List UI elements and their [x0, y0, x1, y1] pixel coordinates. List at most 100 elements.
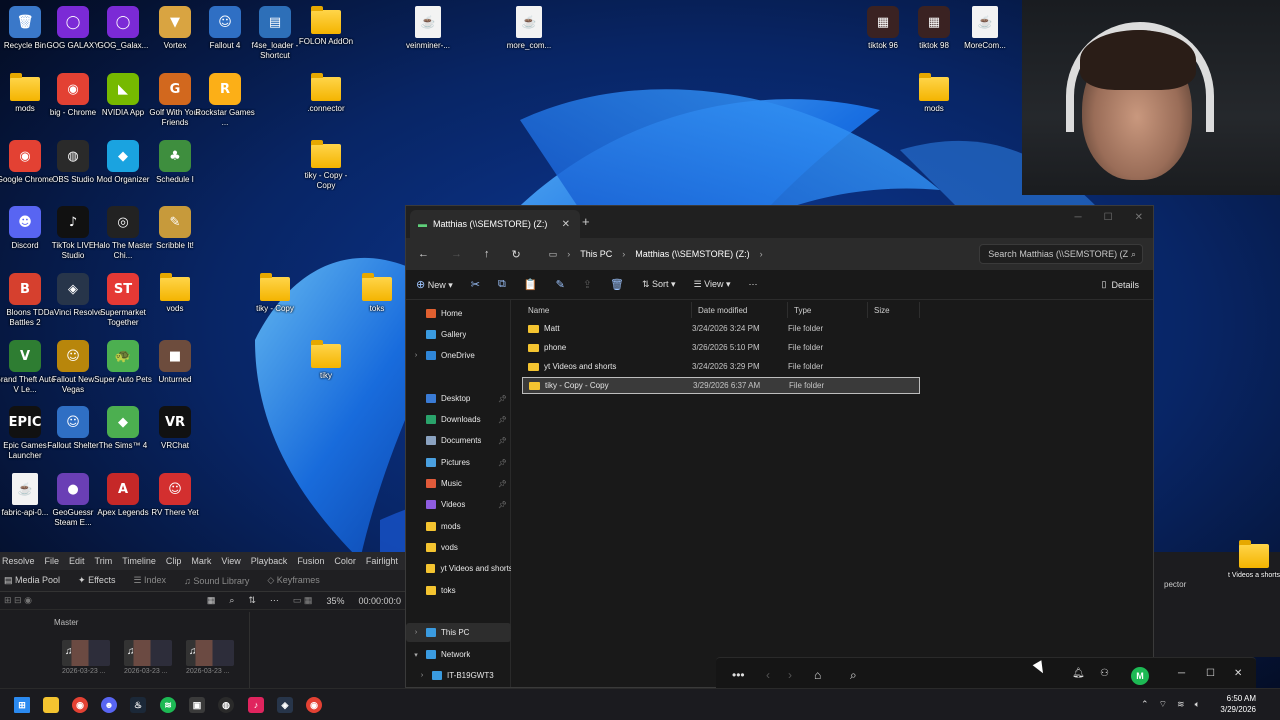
desktop-shortcut-vortex[interactable]: ▼ Vortex [147, 6, 203, 66]
view-button[interactable]: ☰ View ▾ [694, 279, 731, 290]
details-button[interactable]: ▯ Details [1102, 279, 1139, 290]
desktop-shortcut-folon-addon[interactable]: FOLON AddOn [298, 6, 354, 66]
back-icon[interactable]: ← [418, 248, 429, 260]
maximize-icon[interactable]: ☐ [1104, 212, 1113, 223]
desktop-shortcut-vrchat[interactable]: VR VRChat [147, 406, 203, 466]
resolve-menu-file[interactable]: File [45, 556, 60, 566]
desktop-shortcut-schedule-i[interactable]: ♣ Schedule I [147, 140, 203, 200]
chevron-right-icon[interactable]: › [410, 629, 422, 636]
desktop-shortcut-tiktok-98[interactable]: ▦ tiktok 98 [906, 6, 962, 66]
sort-icon[interactable]: ⇅ [248, 595, 256, 606]
desktop-shortcut-gog-galax[interactable]: ◯ GOG_Galax... [95, 6, 151, 66]
forward-icon[interactable]: → [451, 248, 462, 260]
nav-item-mods[interactable]: mods [406, 517, 511, 536]
desktop-shortcut-vods[interactable]: vods [147, 273, 203, 333]
obs-icon[interactable]: ◍ [218, 697, 234, 713]
desktop-shortcut-morecom[interactable]: ☕ MoreCom... [957, 6, 1013, 66]
desktop-shortcut-rv-there-yet[interactable]: ☺ RV There Yet [147, 473, 203, 533]
desktop-shortcut-veinminer[interactable]: ☕ veinminer-... [400, 6, 456, 66]
resolve-menu-color[interactable]: Color [334, 556, 356, 566]
desktop-shortcut-fallout-new-vegas[interactable]: ☺ Fallout New Vegas [45, 340, 101, 400]
nav-item-onedrive[interactable]: › OneDrive [406, 346, 511, 365]
nav-item-toks[interactable]: toks [406, 581, 511, 600]
new-tab-icon[interactable]: + [582, 214, 590, 229]
chevron-right-icon[interactable]: › [410, 352, 422, 359]
view-options-icon[interactable]: ⊞ ⊟ ◉ [4, 595, 32, 606]
desktop-shortcut-tiky[interactable]: tiky [298, 340, 354, 400]
more-icon[interactable]: ••• [732, 668, 745, 682]
column-size[interactable]: Size [868, 302, 920, 318]
nav-item-videos[interactable]: Videos 📌︎ [406, 495, 511, 514]
paste-icon[interactable]: 📋 [524, 278, 538, 291]
close-window-icon[interactable]: ✕ [1135, 212, 1143, 223]
file-row[interactable]: phone 3/26/2026 5:10 PM File folder [522, 339, 920, 356]
search-input[interactable]: Search Matthias (\\SEMSTORE) (Z:) ⌕ [979, 244, 1143, 264]
resolve-menu-mark[interactable]: Mark [191, 556, 211, 566]
resolve-menu-trim[interactable]: Trim [95, 556, 113, 566]
desktop-shortcut-mod-organizer[interactable]: ◆ Mod Organizer [95, 140, 151, 200]
wifi-icon[interactable]: ≋ [1177, 699, 1185, 710]
file-row[interactable]: tiky - Copy - Copy 3/29/2026 6:37 AM File … [522, 377, 920, 394]
more-icon[interactable]: ⋯ [270, 595, 279, 606]
breadcrumb-drive[interactable]: Matthias (\\SEMSTORE) (Z:) [635, 249, 749, 259]
media-clip[interactable]: ♫ 2026-03-23 ... [186, 640, 234, 676]
tiktok-icon[interactable]: ♪ [248, 697, 264, 713]
file-row[interactable]: yt Videos and shorts 3/24/2026 3:29 PM Fil… [522, 358, 920, 375]
nav-item-it-b19gwt3[interactable]: › IT-B19GWT3 [406, 666, 511, 685]
minimize-icon[interactable]: ─ [1075, 212, 1082, 223]
media-clip[interactable]: ♫ 2026-03-23 ... [124, 640, 172, 676]
minimize-icon[interactable]: ─ [1178, 668, 1185, 679]
resolve-menu-clip[interactable]: Clip [166, 556, 182, 566]
desktop-shortcut-toks[interactable]: toks [349, 273, 405, 333]
nav-item-downloads[interactable]: Downloads 📌︎ [406, 410, 511, 429]
chevron-right-icon[interactable]: › [416, 672, 428, 679]
bell-icon[interactable]: 🔔︎ [1072, 668, 1085, 679]
desktop-shortcut-nvidia-app[interactable]: ◣ NVIDIA App [95, 73, 151, 133]
explorer-tab[interactable]: ▬ Matthias (\\SEMSTORE) (Z:) ✕ [410, 210, 580, 238]
desktop-shortcut-geoguessr-steam-e[interactable]: ● GeoGuessr Steam E... [45, 473, 101, 533]
app-icon[interactable]: ▣ [189, 697, 205, 713]
desktop-folder-shortcut[interactable]: t Videos a shorts [1228, 540, 1280, 580]
resolve-menu-view[interactable]: View [221, 556, 240, 566]
chrome-profile-icon[interactable]: ◉ [306, 697, 322, 713]
media-clip[interactable]: ♫ 2026-03-23 ... [62, 640, 110, 676]
desktop-shortcut-mods[interactable]: mods [906, 73, 962, 133]
delete-icon[interactable]: 🗑 [610, 278, 624, 291]
steam-icon[interactable]: ♨ [130, 697, 146, 713]
davinci-resolve-icon[interactable]: ◈ [277, 697, 293, 713]
chevron-down-icon[interactable]: ▾ [410, 651, 422, 659]
inspector-tab[interactable]: pector [1164, 580, 1186, 589]
nav-item-vods[interactable]: vods [406, 538, 511, 557]
nav-item-documents[interactable]: Documents 📌︎ [406, 431, 511, 450]
start-icon[interactable]: ⊞ [14, 697, 30, 713]
column-name[interactable]: Name [522, 302, 692, 318]
index-button[interactable]: ☰ Index [133, 575, 166, 586]
resolve-menu-fusion[interactable]: Fusion [297, 556, 324, 566]
refresh-icon[interactable]: ↻ [512, 248, 521, 261]
close-icon[interactable]: ✕ [1234, 668, 1242, 679]
nav-item-desktop[interactable]: Desktop 📌︎ [406, 389, 511, 408]
people-icon[interactable]: ⚇ [1100, 668, 1109, 679]
nav-item-music[interactable]: Music 📌︎ [406, 474, 511, 493]
desktop-shortcut-halo-the-master-chi[interactable]: ◎ Halo The Master Chi... [94, 206, 153, 266]
desktop-shortcut-obs-studio[interactable]: ◍ OBS Studio [45, 140, 101, 200]
desktop-shortcut-unturned[interactable]: ■ Unturned [147, 340, 203, 400]
sound-library-button[interactable]: ♫ Sound Library [184, 576, 249, 586]
grid-view-icon[interactable]: ▦ [207, 595, 216, 606]
desktop-shortcut-connector[interactable]: .connector [298, 73, 354, 133]
nav-item-this-pc[interactable]: › This PC [406, 623, 511, 642]
resolve-menu-edit[interactable]: Edit [69, 556, 85, 566]
media-pool-button[interactable]: ▤ Media Pool [4, 575, 60, 586]
clock[interactable]: 6:50 AM 3/29/2026 [1220, 693, 1256, 715]
desktop-shortcut-tiky-copy-copy[interactable]: tiky - Copy - Copy [298, 140, 354, 200]
desktop-shortcut-big-chrome[interactable]: ◉ big - Chrome [45, 73, 101, 133]
up-icon[interactable]: ↑ [484, 248, 490, 260]
file-row[interactable]: Matt 3/24/2026 3:24 PM File folder [522, 320, 920, 337]
maximize-icon[interactable]: ☐ [1206, 668, 1215, 679]
desktop-shortcut-scribble-it[interactable]: ✎ Scribble It! [147, 206, 203, 266]
resolve-menu-playback[interactable]: Playback [251, 556, 288, 566]
chrome-icon[interactable]: ◉ [72, 697, 88, 713]
search-icon[interactable]: ⌕ [229, 595, 234, 606]
zoom-level[interactable]: 35% [326, 596, 344, 606]
chevron-up-icon[interactable]: ⌃ [1141, 699, 1149, 710]
